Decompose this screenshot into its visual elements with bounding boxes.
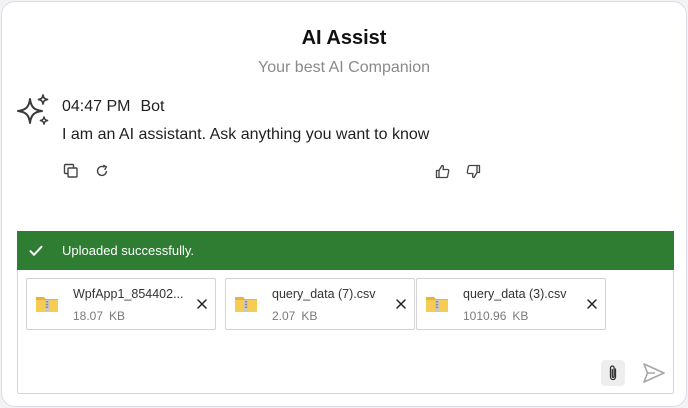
file-name: WpfApp1_854402...: [73, 287, 184, 301]
file-size: 1010.96 KB: [463, 309, 529, 323]
message-text: I am an AI assistant. Ask anything you w…: [62, 126, 430, 143]
page-title: AI Assist: [301, 27, 387, 49]
page-subtitle: Your best AI Companion: [258, 59, 430, 76]
close-icon: [587, 299, 597, 309]
attach-button[interactable]: [601, 360, 625, 386]
zip-folder-icon: [234, 294, 258, 314]
send-button[interactable]: [642, 362, 666, 384]
remove-file-button[interactable]: [394, 297, 408, 311]
file-card: query_data (3).csv 1010.96 KB: [416, 278, 606, 330]
thumbs-up-icon[interactable]: [433, 162, 451, 180]
file-size: 18.07 KB: [73, 309, 126, 323]
message-time: 04:47 PM: [62, 98, 131, 115]
banner-text: Uploaded successfully.: [62, 243, 194, 258]
close-icon: [197, 299, 207, 309]
file-name: query_data (3).csv: [463, 287, 567, 301]
check-icon: [29, 243, 45, 259]
remove-file-button[interactable]: [195, 297, 209, 311]
file-card: query_data (7).csv 2.07 KB: [225, 278, 415, 330]
file-size: 2.07 KB: [272, 309, 318, 323]
chat-window: AI Assist Your best AI Companion 04:47 P…: [1, 1, 687, 407]
paperclip-icon: [609, 365, 617, 381]
copy-icon[interactable]: [62, 162, 80, 180]
sparkle-icon: [16, 93, 52, 129]
upload-panel: Uploaded successfully. WpfApp1_854402...…: [17, 231, 674, 394]
file-name: query_data (7).csv: [272, 287, 376, 301]
message-meta: 04:47 PM Bot: [62, 98, 165, 116]
file-card: WpfApp1_854402... 18.07 KB: [26, 278, 216, 330]
close-icon: [396, 299, 406, 309]
upload-success-banner: Uploaded successfully.: [17, 231, 674, 270]
refresh-icon[interactable]: [93, 162, 111, 180]
zip-folder-icon: [35, 294, 59, 314]
zip-folder-icon: [425, 294, 449, 314]
message-sender: Bot: [140, 98, 165, 115]
thumbs-down-icon[interactable]: [464, 162, 482, 180]
remove-file-button[interactable]: [585, 297, 599, 311]
send-icon: [643, 363, 665, 383]
